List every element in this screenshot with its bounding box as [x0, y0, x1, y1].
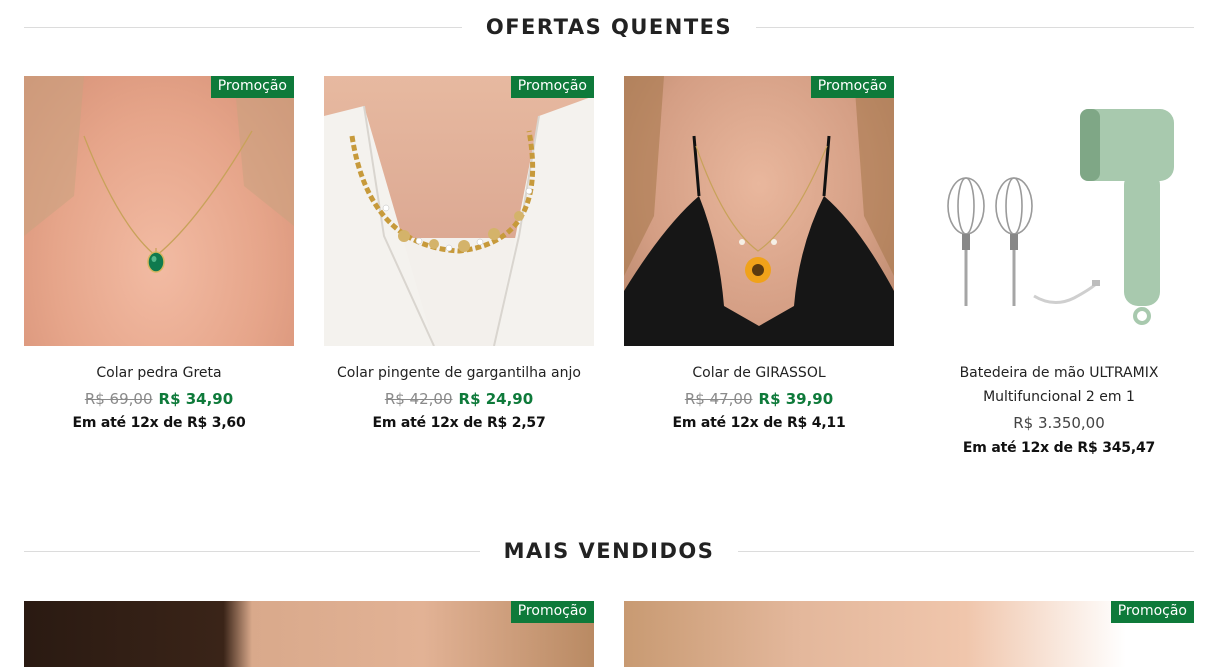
product-image[interactable]: Promoção — [24, 76, 294, 346]
necklace-illustration — [324, 96, 594, 346]
necklace-illustration — [624, 76, 894, 346]
old-price: R$ 42,00 — [384, 390, 453, 408]
promo-badge: Promoção — [1110, 601, 1194, 623]
product-card[interactable]: Promoção — [24, 601, 594, 667]
price-row: R$ 47,00 R$ 39,90 — [624, 389, 894, 409]
section-header-ofertas: OFERTAS QUENTES — [24, 12, 1194, 42]
product-name-line: Batedeira de mão ULTRAMIX — [959, 365, 1159, 381]
installments: Em até 12x de R$ 2,57 — [372, 415, 546, 431]
product-name-line: Multifuncional 2 em 1 — [983, 389, 1135, 405]
section-title: OFERTAS QUENTES — [485, 15, 733, 39]
product-card[interactable]: Promoção Colar pingente de gargantilha a… — [324, 76, 594, 433]
product-card[interactable]: Promoção — [624, 601, 1194, 667]
old-price: R$ 69,00 — [84, 390, 153, 408]
promo-badge: Promoção — [510, 76, 594, 98]
divider-right — [756, 26, 1194, 28]
price: R$ 3.350,00 — [1013, 414, 1105, 432]
price-row: R$ 69,00 R$ 34,90 — [24, 389, 294, 409]
product-image[interactable] — [924, 76, 1194, 346]
divider-left — [24, 26, 462, 28]
product-name[interactable]: Colar pedra Greta — [24, 364, 294, 382]
product-image[interactable]: Promoção — [24, 601, 594, 667]
product-image[interactable]: Promoção — [624, 601, 1194, 667]
installments: Em até 12x de R$ 3,60 — [72, 415, 246, 431]
installments: Em até 12x de R$ 345,47 — [962, 440, 1156, 456]
divider-left — [24, 550, 480, 552]
product-card[interactable]: Batedeira de mão ULTRAMIX Multifuncional… — [924, 76, 1194, 458]
necklace-illustration — [24, 76, 294, 273]
old-price: R$ 47,00 — [684, 390, 753, 408]
hand-mixer-illustration — [947, 109, 1174, 325]
product-image[interactable]: Promoção — [624, 76, 894, 346]
promo-badge: Promoção — [510, 601, 594, 623]
product-card[interactable]: Promoção Colar de GIRASSOL R$ 47,00 R$ 39… — [624, 76, 894, 433]
promo-badge: Promoção — [810, 76, 894, 98]
promo-badge: Promoção — [210, 76, 294, 98]
product-name[interactable]: Batedeira de mão ULTRAMIX Multifuncional… — [924, 361, 1194, 409]
sale-price: R$ 24,90 — [458, 390, 534, 408]
installments: Em até 12x de R$ 4,11 — [672, 415, 846, 431]
product-image[interactable]: Promoção — [324, 76, 594, 346]
section-header-mais-vendidos: MAIS VENDIDOS — [24, 536, 1195, 566]
product-card[interactable]: Promoção Colar pedra Greta R$ 69,00 R$ 34… — [24, 76, 294, 433]
product-name[interactable]: Colar de GIRASSOL — [624, 364, 894, 382]
product-name[interactable]: Colar pingente de gargantilha anjo — [324, 364, 594, 382]
sale-price: R$ 39,90 — [758, 390, 834, 408]
divider-right — [738, 550, 1195, 552]
sale-price: R$ 34,90 — [158, 390, 234, 408]
section-title: MAIS VENDIDOS — [503, 539, 715, 563]
price-row: R$ 42,00 R$ 24,90 — [324, 389, 594, 409]
